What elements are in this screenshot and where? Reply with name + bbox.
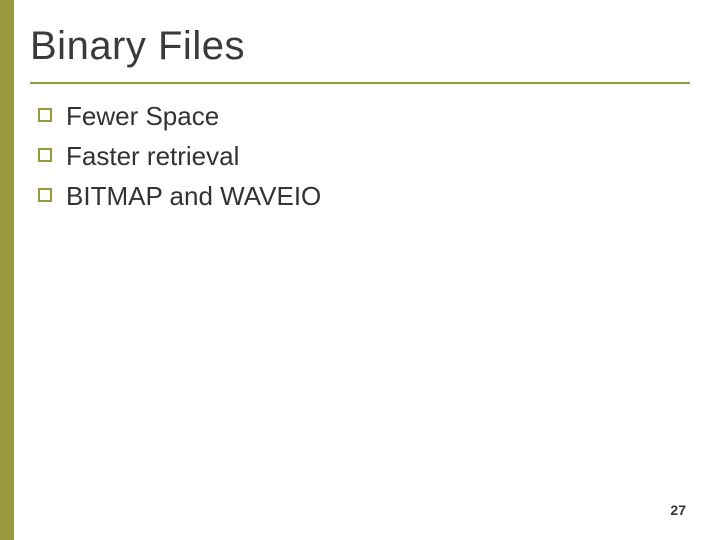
list-item-text: Faster retrieval	[66, 140, 239, 174]
left-accent-bar	[0, 0, 14, 540]
list-item: BITMAP and WAVEIO	[38, 180, 678, 214]
square-bullet-icon	[38, 148, 52, 162]
slide-title: Binary Files	[30, 24, 245, 69]
bullet-list: Fewer Space Faster retrieval BITMAP and …	[38, 100, 678, 219]
title-underline	[30, 82, 690, 84]
square-bullet-icon	[38, 108, 52, 122]
list-item: Faster retrieval	[38, 140, 678, 174]
list-item-text: Fewer Space	[66, 100, 219, 134]
list-item: Fewer Space	[38, 100, 678, 134]
list-item-text: BITMAP and WAVEIO	[66, 180, 321, 214]
page-number: 27	[670, 502, 686, 518]
slide: Binary Files Fewer Space Faster retrieva…	[0, 0, 720, 540]
square-bullet-icon	[38, 188, 52, 202]
